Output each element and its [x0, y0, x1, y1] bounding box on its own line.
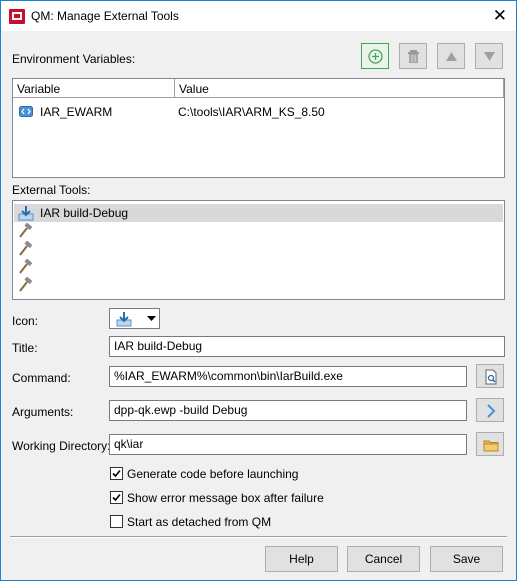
list-item[interactable] [14, 222, 503, 240]
external-tools-list[interactable]: IAR build-Debug [12, 200, 505, 300]
start-detached-checkbox[interactable] [110, 515, 123, 528]
arguments-label: Arguments: [12, 405, 74, 419]
hammer-icon [19, 223, 33, 238]
checkmark-icon [112, 493, 121, 502]
icon-label: Icon: [12, 314, 39, 328]
list-item[interactable] [14, 258, 503, 276]
workdir-field[interactable]: qk\iar [109, 434, 467, 455]
list-item[interactable] [14, 276, 503, 294]
delete-variable-button[interactable] [399, 43, 427, 69]
add-variable-button[interactable] [361, 43, 389, 69]
move-down-button[interactable] [475, 43, 503, 69]
title-bar[interactable]: QM: Manage External Tools ✕ [1, 1, 516, 31]
list-item[interactable] [14, 240, 503, 258]
browse-command-button[interactable] [476, 364, 504, 388]
tool-title: IAR build-Debug [40, 206, 129, 220]
manage-tools-dialog: QM: Manage External Tools ✕ Environment … [0, 0, 517, 581]
browse-file-icon [485, 369, 497, 385]
hammer-icon [19, 259, 33, 274]
move-down-icon [484, 52, 495, 61]
iar-build-icon [18, 206, 34, 221]
hammer-icon [19, 277, 33, 292]
generate-code-checkbox[interactable] [110, 467, 123, 480]
variable-icon [19, 106, 33, 117]
checkmark-icon [112, 469, 121, 478]
add-icon [368, 49, 383, 64]
help-button[interactable]: Help [265, 546, 338, 572]
title-field[interactable]: IAR build-Debug [109, 336, 505, 357]
divider [10, 536, 507, 538]
workdir-label: Working Directory: [12, 439, 111, 453]
start-detached-label[interactable]: Start as detached from QM [127, 515, 271, 529]
title-label: Title: [12, 341, 38, 355]
chevron-down-icon [147, 316, 156, 321]
hammer-icon [19, 241, 33, 256]
browse-folder-button[interactable] [476, 432, 504, 456]
close-button[interactable]: ✕ [493, 7, 507, 24]
move-up-icon [446, 52, 457, 61]
env-vars-table[interactable]: Variable Value IAR_EWARM C:\tools\IAR\AR… [12, 78, 505, 178]
table-row[interactable]: IAR_EWARM C:\tools\IAR\ARM_KS_8.50 [14, 103, 503, 121]
variable-name: IAR_EWARM [40, 105, 113, 119]
iar-build-icon [116, 312, 132, 327]
show-error-label[interactable]: Show error message box after failure [127, 491, 324, 505]
delete-icon [408, 50, 419, 63]
variable-value: C:\tools\IAR\ARM_KS_8.50 [178, 105, 325, 119]
icon-dropdown[interactable] [109, 308, 160, 329]
generate-code-label[interactable]: Generate code before launching [127, 467, 298, 481]
show-error-checkbox[interactable] [110, 491, 123, 504]
list-item[interactable]: IAR build-Debug [14, 204, 503, 222]
column-header-value[interactable]: Value [175, 79, 504, 98]
chevron-right-icon [487, 404, 496, 418]
command-label: Command: [12, 371, 71, 385]
cancel-button[interactable]: Cancel [347, 546, 420, 572]
qm-app-icon [9, 9, 25, 24]
command-field[interactable]: %IAR_EWARM%\common\bin\IarBuild.exe [109, 366, 467, 387]
external-tools-label: External Tools: [12, 183, 91, 197]
save-button[interactable]: Save [430, 546, 503, 572]
move-up-button[interactable] [437, 43, 465, 69]
folder-icon [483, 440, 499, 452]
column-header-variable[interactable]: Variable [13, 79, 175, 98]
window-title: QM: Manage External Tools [31, 9, 179, 23]
insert-macro-button[interactable] [476, 398, 504, 422]
env-vars-label: Environment Variables: [12, 52, 136, 66]
arguments-field[interactable]: dpp-qk.ewp -build Debug [109, 400, 467, 421]
